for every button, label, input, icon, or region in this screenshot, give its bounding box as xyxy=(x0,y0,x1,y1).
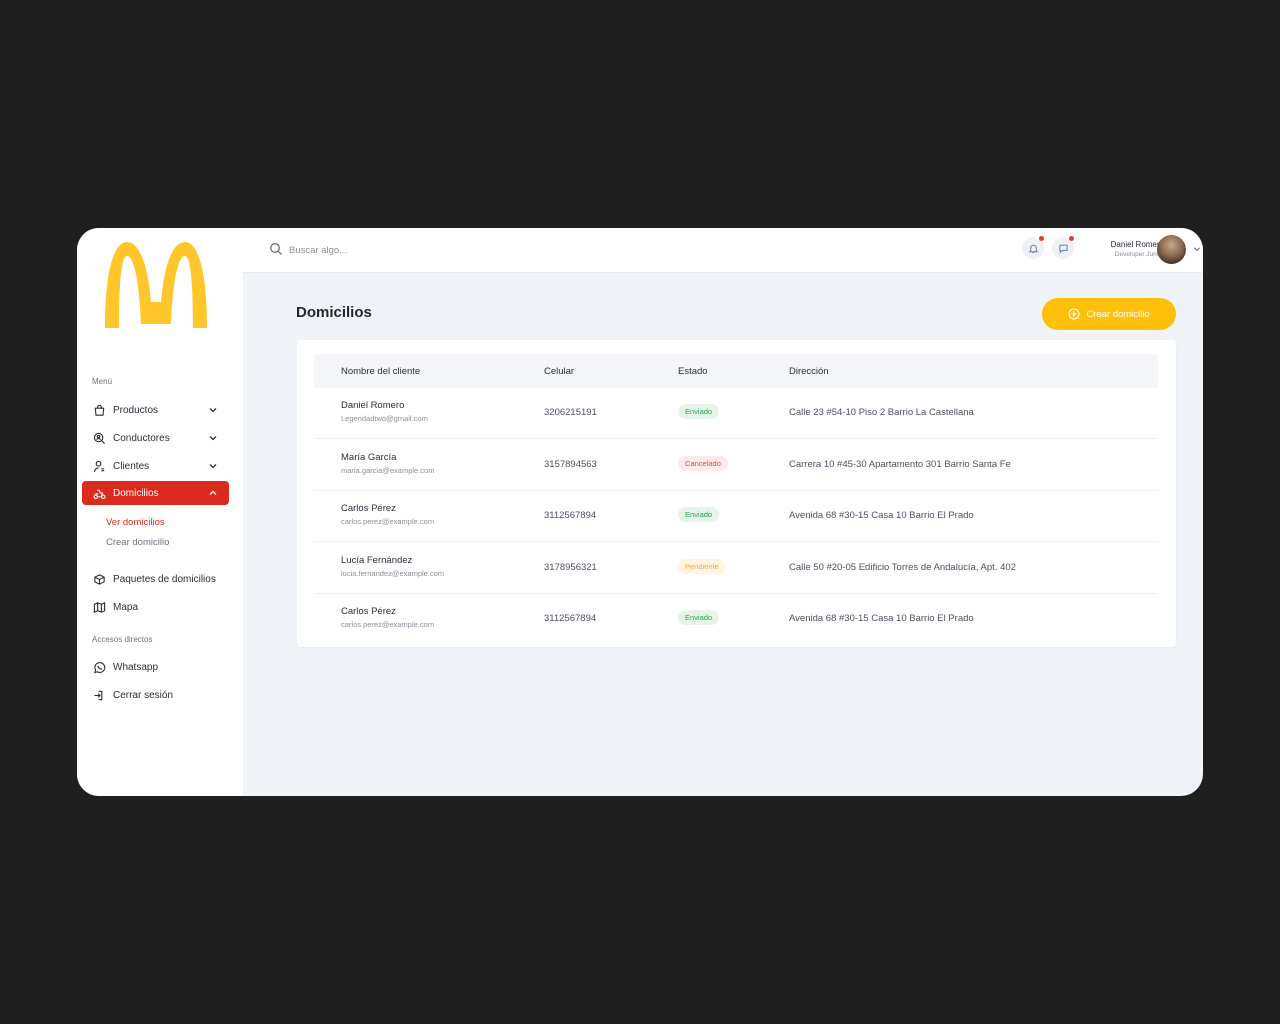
sidebar-item-label: Domicilios xyxy=(113,487,159,499)
customer-phone: 3112567894 xyxy=(544,510,597,521)
customer-email: lucia.fernandez@example.com xyxy=(341,568,445,578)
sidebar-item-label: Cerrar sesión xyxy=(113,689,174,701)
search-icon xyxy=(270,243,282,255)
delivery-address: Calle 23 #54-10 Piso 2 Barrio La Castell… xyxy=(789,407,974,418)
delivery-address: Avenida 68 #30-15 Casa 10 Barrio El Prad… xyxy=(789,510,974,521)
customer-name: Daniel Romero xyxy=(341,400,405,411)
sidebar-item-label: Whatsapp xyxy=(113,661,159,673)
map-icon xyxy=(92,600,106,614)
status-badge: Enviado xyxy=(678,404,720,419)
sidebar-item-mapa[interactable]: Mapa xyxy=(82,595,229,619)
customer-name: Lucía Fernández xyxy=(341,554,413,566)
chevron-down-icon xyxy=(209,464,217,469)
chevron-down-icon xyxy=(209,408,217,413)
chevron-down-icon[interactable] xyxy=(1193,245,1201,253)
subitem-crear-domicilio[interactable]: Crear domicilio xyxy=(106,537,169,548)
status-badge: Enviado xyxy=(678,507,720,522)
customer-name: María García xyxy=(341,451,397,463)
deliveries-table: Nombre del cliente Celular Estado Direcc… xyxy=(297,340,1176,647)
user-role: Developer Junior xyxy=(1114,251,1164,258)
create-button-label: Crear domicilio xyxy=(1086,308,1150,320)
bell-icon xyxy=(1028,244,1038,253)
shopping-bag-icon xyxy=(92,403,106,417)
top-bar: Daniel Romero Developer Junior xyxy=(243,228,1203,273)
column-header-address: Dirección xyxy=(789,366,829,377)
column-header-status: Estado xyxy=(678,366,708,377)
sidebar: Menú Productos Conductores Clientes Domi… xyxy=(77,228,243,796)
table-row[interactable]: Daniel Romero Legendadtwo@gmail.com 320621… xyxy=(314,388,1158,439)
table-row[interactable]: Lucía Fernández lucia.fernandez@example.c… xyxy=(314,543,1158,594)
plus-circle-icon xyxy=(1068,308,1080,320)
sidebar-item-label: Conductores xyxy=(113,432,170,444)
customer-email: Legendadtwo@gmail.com xyxy=(341,414,428,423)
customer-email: carlos.perez@example.com xyxy=(341,517,435,526)
customer-email: maria.garcia@example.com xyxy=(341,465,435,475)
subitem-ver-domicilios[interactable]: Ver domicilios xyxy=(106,517,165,528)
sidebar-item-cerrar-sesion[interactable]: Cerrar sesión xyxy=(82,683,229,707)
table-row[interactable]: María García maria.garcia@example.com 3157… xyxy=(314,440,1158,491)
package-icon xyxy=(92,572,106,586)
sidebar-item-paquetes[interactable]: Paquetes de domicilios xyxy=(82,567,229,591)
sidebar-item-clientes[interactable]: Clientes xyxy=(82,454,229,478)
avatar[interactable] xyxy=(1157,235,1186,264)
customer-name: Carlos Pérez xyxy=(341,503,396,514)
chevron-up-icon xyxy=(209,490,217,495)
customer-email: carlos.perez@example.com xyxy=(341,620,435,629)
logout-icon xyxy=(92,688,106,702)
sidebar-item-label: Paquetes de domicilios xyxy=(113,573,216,585)
column-header-phone: Celular xyxy=(544,366,575,377)
table-header: Nombre del cliente Celular Estado Direcc… xyxy=(314,354,1158,388)
customer-phone: 3178956321 xyxy=(544,561,597,573)
status-badge: Cancelado xyxy=(678,455,728,471)
customer-phone: 3157894563 xyxy=(544,458,597,470)
delivery-address: Calle 50 #20-05 Edificio Torres de Andal… xyxy=(789,561,1016,573)
user-icon xyxy=(92,459,106,473)
sidebar-item-label: Clientes xyxy=(113,460,150,472)
menu-heading: Menú xyxy=(92,377,113,386)
delivery-address: Avenida 68 #30-15 Casa 10 Barrio El Prad… xyxy=(789,613,974,624)
sidebar-item-label: Productos xyxy=(113,404,159,416)
delivery-address: Carrera 10 #45-30 Apartamento 301 Barrio… xyxy=(789,458,1011,470)
table-row[interactable]: Carlos Pérez carlos.perez@example.com 3112… xyxy=(314,491,1158,542)
scooter-icon xyxy=(92,486,106,500)
sidebar-item-productos[interactable]: Productos xyxy=(82,398,229,422)
sidebar-item-whatsapp[interactable]: Whatsapp xyxy=(82,655,229,679)
sidebar-item-domicilios[interactable]: Domicilios xyxy=(82,481,229,505)
notifications-button[interactable] xyxy=(1022,236,1044,259)
column-header-name: Nombre del cliente xyxy=(341,366,421,377)
message-dot xyxy=(1069,236,1074,241)
status-badge: Enviado xyxy=(678,610,720,625)
page-title: Domicilios xyxy=(296,304,372,321)
sidebar-item-label: Mapa xyxy=(113,601,139,613)
user-name: Daniel Romero xyxy=(1110,240,1164,249)
whatsapp-icon xyxy=(92,660,106,674)
driver-search-icon xyxy=(92,431,106,445)
search-input[interactable] xyxy=(289,241,509,259)
status-badge: Pendiente xyxy=(678,558,726,574)
notification-dot xyxy=(1039,236,1044,241)
sidebar-item-conductores[interactable]: Conductores xyxy=(82,426,229,450)
customer-phone: 3112567894 xyxy=(544,613,597,624)
messages-button[interactable] xyxy=(1052,236,1074,259)
chat-icon xyxy=(1058,244,1068,253)
app-window: Menú Productos Conductores Clientes Domi… xyxy=(77,228,1203,796)
chevron-down-icon xyxy=(209,436,217,441)
shortcuts-heading: Accesos directos xyxy=(92,635,153,644)
create-delivery-button[interactable]: Crear domicilio xyxy=(1042,298,1176,330)
table-row[interactable]: Carlos Pérez carlos.perez@example.com 3112… xyxy=(314,594,1158,645)
customer-name: Carlos Pérez xyxy=(341,606,396,617)
customer-phone: 3206215191 xyxy=(544,407,597,418)
mcdonalds-logo[interactable] xyxy=(103,240,209,330)
